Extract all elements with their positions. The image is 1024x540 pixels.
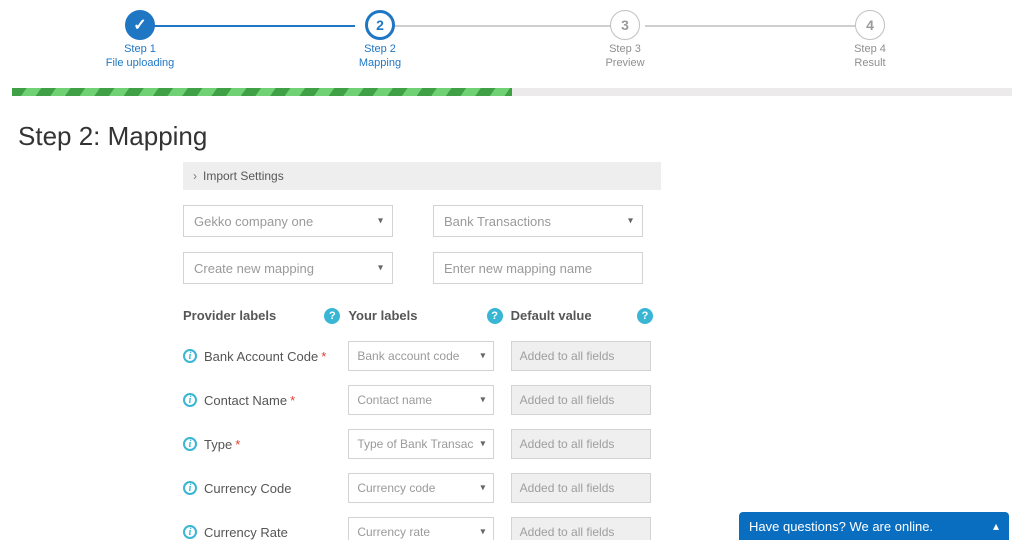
provider-label-cell: i Contact Name* bbox=[183, 393, 348, 408]
chevron-down-icon: ▾ bbox=[480, 439, 485, 450]
required-star-icon: * bbox=[235, 437, 240, 452]
mapping-row: i Bank Account Code* Bank account code ▾ Add… bbox=[183, 334, 661, 378]
mapping-table: Provider labels ? Your labels ? Default … bbox=[183, 302, 661, 540]
mapping-mode-value: Create new mapping bbox=[194, 261, 314, 276]
check-icon: ✓ bbox=[125, 10, 155, 40]
wizard-stepper: ✓ Step 1 File uploading 2 Step 2 Mapping… bbox=[0, 0, 1024, 80]
step-result[interactable]: 4 Step 4 Result bbox=[830, 10, 910, 69]
your-label-select[interactable]: Currency rate ▾ bbox=[348, 517, 494, 540]
info-icon[interactable]: i bbox=[183, 481, 197, 495]
provider-label-cell: i Currency Rate bbox=[183, 525, 348, 540]
your-label-value: Type of Bank Transac bbox=[357, 437, 473, 451]
step-title: Step 3 bbox=[585, 43, 665, 55]
company-select-value: Gekko company one bbox=[194, 214, 313, 229]
col-provider-label: Provider labels bbox=[183, 308, 276, 323]
your-label-select[interactable]: Currency code ▾ bbox=[348, 473, 494, 503]
mapping-name-placeholder: Enter new mapping name bbox=[444, 261, 592, 276]
your-label-select[interactable]: Type of Bank Transac ▾ bbox=[348, 429, 494, 459]
info-icon[interactable]: i bbox=[183, 525, 197, 539]
default-value-placeholder: Added to all fields bbox=[520, 349, 615, 363]
progress-fill bbox=[12, 88, 512, 96]
help-icon[interactable]: ? bbox=[324, 308, 340, 324]
provider-label-cell: i Currency Code bbox=[183, 481, 348, 496]
provider-label: Type bbox=[204, 437, 232, 452]
info-icon[interactable]: i bbox=[183, 393, 197, 407]
step-subtitle: File uploading bbox=[100, 57, 180, 69]
chevron-right-icon: › bbox=[193, 169, 197, 183]
chevron-down-icon: ▾ bbox=[480, 395, 485, 406]
required-star-icon: * bbox=[290, 393, 295, 408]
chevron-up-icon: ▴ bbox=[993, 519, 999, 533]
step-number: 4 bbox=[855, 10, 885, 40]
provider-label: Contact Name bbox=[204, 393, 287, 408]
chevron-down-icon: ▾ bbox=[378, 216, 383, 227]
step-file-uploading[interactable]: ✓ Step 1 File uploading bbox=[100, 10, 180, 69]
entity-select[interactable]: Bank Transactions ▾ bbox=[433, 205, 643, 237]
provider-label: Currency Code bbox=[204, 481, 291, 496]
step-subtitle: Mapping bbox=[340, 57, 420, 69]
default-value-input[interactable]: Added to all fields bbox=[511, 341, 651, 371]
provider-label: Currency Rate bbox=[204, 525, 288, 540]
default-value-placeholder: Added to all fields bbox=[520, 525, 615, 539]
default-value-placeholder: Added to all fields bbox=[520, 393, 615, 407]
chat-text: Have questions? We are online. bbox=[749, 519, 933, 534]
provider-label-cell: i Bank Account Code* bbox=[183, 349, 348, 364]
your-label-value: Currency code bbox=[357, 481, 435, 495]
mapping-row: i Currency Code Currency code ▾ Added to all… bbox=[183, 466, 661, 510]
step-preview[interactable]: 3 Step 3 Preview bbox=[585, 10, 665, 69]
provider-label: Bank Account Code bbox=[204, 349, 318, 364]
step-subtitle: Preview bbox=[585, 57, 665, 69]
default-value-input[interactable]: Added to all fields bbox=[511, 429, 651, 459]
col-default-label: Default value bbox=[511, 308, 592, 323]
company-select[interactable]: Gekko company one ▾ bbox=[183, 205, 393, 237]
step-number: 3 bbox=[610, 10, 640, 40]
page-title: Step 2: Mapping bbox=[18, 121, 1024, 152]
default-value-placeholder: Added to all fields bbox=[520, 437, 615, 451]
step-number: 2 bbox=[365, 10, 395, 40]
overall-progress-bar bbox=[12, 88, 1012, 96]
import-settings-toggle[interactable]: › Import Settings bbox=[183, 162, 661, 190]
default-value-input[interactable]: Added to all fields bbox=[511, 517, 651, 540]
chevron-down-icon: ▾ bbox=[480, 527, 485, 538]
step-title: Step 2 bbox=[340, 43, 420, 55]
col-your-label: Your labels bbox=[348, 308, 417, 323]
default-value-placeholder: Added to all fields bbox=[520, 481, 615, 495]
provider-label-cell: i Type* bbox=[183, 437, 348, 452]
mapping-name-input[interactable]: Enter new mapping name bbox=[433, 252, 643, 284]
step-mapping[interactable]: 2 Step 2 Mapping bbox=[340, 10, 420, 69]
mapping-row: i Contact Name* Contact name ▾ Added to all … bbox=[183, 378, 661, 422]
required-star-icon: * bbox=[321, 349, 326, 364]
chevron-down-icon: ▾ bbox=[628, 216, 633, 227]
step-title: Step 1 bbox=[100, 43, 180, 55]
chevron-down-icon: ▾ bbox=[480, 483, 485, 494]
step-title: Step 4 bbox=[830, 43, 910, 55]
import-settings-label: Import Settings bbox=[203, 169, 284, 183]
mapping-row: i Type* Type of Bank Transac ▾ Added to all … bbox=[183, 422, 661, 466]
default-value-input[interactable]: Added to all fields bbox=[511, 473, 651, 503]
your-label-select[interactable]: Bank account code ▾ bbox=[348, 341, 494, 371]
info-icon[interactable]: i bbox=[183, 349, 197, 363]
default-value-input[interactable]: Added to all fields bbox=[511, 385, 651, 415]
your-label-value: Contact name bbox=[357, 393, 432, 407]
chevron-down-icon: ▾ bbox=[378, 263, 383, 274]
help-icon[interactable]: ? bbox=[487, 308, 503, 324]
mapping-mode-select[interactable]: Create new mapping ▾ bbox=[183, 252, 393, 284]
your-label-value: Currency rate bbox=[357, 525, 430, 539]
help-icon[interactable]: ? bbox=[637, 308, 653, 324]
your-label-value: Bank account code bbox=[357, 349, 459, 363]
your-label-select[interactable]: Contact name ▾ bbox=[348, 385, 494, 415]
mapping-panel: › Import Settings Gekko company one ▾ Ba… bbox=[183, 162, 661, 540]
info-icon[interactable]: i bbox=[183, 437, 197, 451]
step-subtitle: Result bbox=[830, 57, 910, 69]
live-chat-bar[interactable]: Have questions? We are online. ▴ bbox=[739, 512, 1009, 540]
entity-select-value: Bank Transactions bbox=[444, 214, 551, 229]
mapping-row: i Currency Rate Currency rate ▾ Added to all… bbox=[183, 510, 661, 540]
chevron-down-icon: ▾ bbox=[480, 351, 485, 362]
